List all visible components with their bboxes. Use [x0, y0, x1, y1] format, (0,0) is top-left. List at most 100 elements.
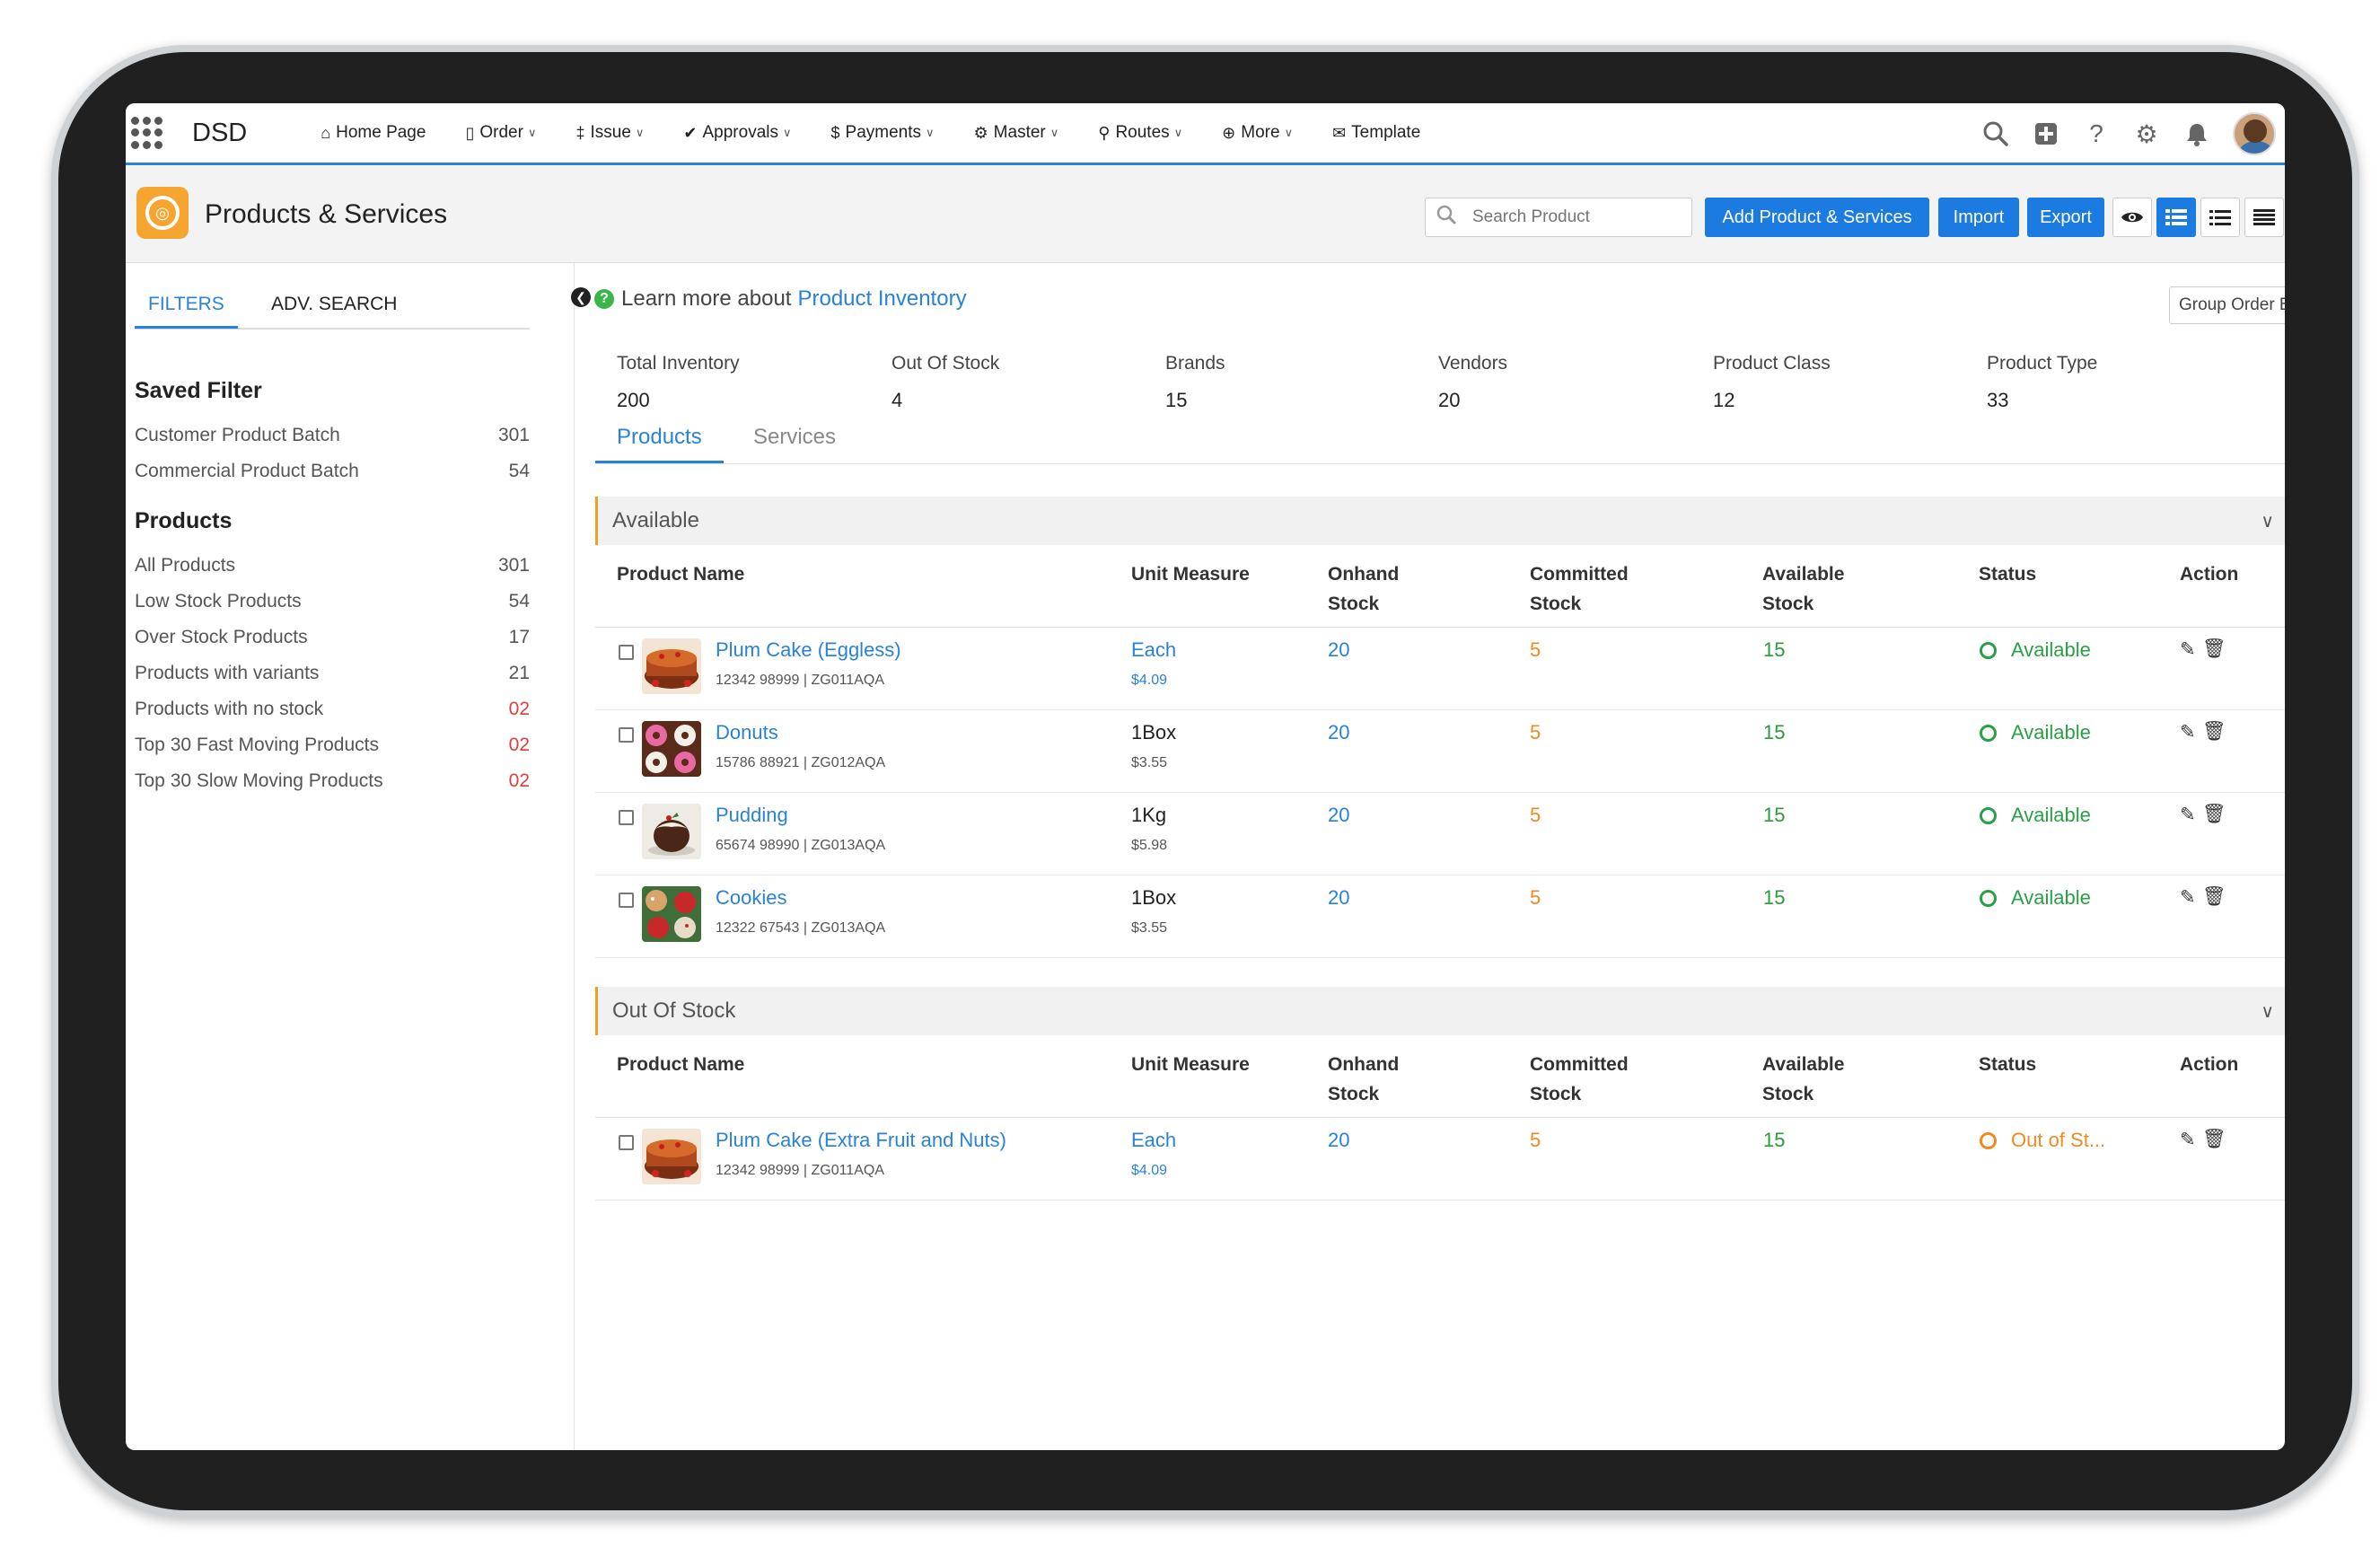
- unit-measure[interactable]: Each: [1131, 638, 1176, 662]
- chevron-down-icon: ∨: [783, 126, 792, 139]
- col-label: Onhand: [1328, 1054, 1400, 1075]
- product-filter-item[interactable]: Low Stock Products 54: [135, 591, 530, 612]
- tab-services[interactable]: Services: [732, 425, 857, 461]
- row-checkbox[interactable]: [619, 727, 634, 743]
- product-filter-item[interactable]: Products with no stock 02: [135, 699, 530, 720]
- filter-label: Top 30 Slow Moving Products: [135, 770, 383, 791]
- edit-icon[interactable]: ✎: [2180, 886, 2196, 909]
- product-filter-item[interactable]: All Products 301: [135, 555, 530, 576]
- edit-icon[interactable]: ✎: [2180, 1129, 2196, 1151]
- product-thumbnail: [642, 886, 701, 942]
- compact-view-icon[interactable]: [2244, 198, 2284, 237]
- group-header-out-of-stock[interactable]: Out Of Stock ∨: [595, 987, 2285, 1035]
- dollar-icon: $: [830, 123, 840, 142]
- filter-label: Products with no stock: [135, 699, 324, 719]
- tab-adv-search[interactable]: ADV. SEARCH: [258, 290, 410, 326]
- product-thumbnail: [642, 721, 701, 777]
- stat-product-class: Product Class 12: [1713, 353, 1831, 412]
- help-circle-icon: ?: [594, 289, 614, 309]
- group-order-by-select[interactable]: Group Order By ∨: [2169, 286, 2285, 324]
- delete-icon[interactable]: 🗑: [2202, 804, 2226, 825]
- import-button[interactable]: Import: [1938, 198, 2019, 237]
- table-row: Plum Cake (Extra Fruit and Nuts) 12342 9…: [595, 1118, 2285, 1201]
- product-name-link[interactable]: Cookies: [716, 886, 786, 910]
- nav-label: Approvals: [702, 123, 779, 142]
- product-name-link[interactable]: Plum Cake (Eggless): [716, 638, 901, 662]
- saved-filter-item[interactable]: Commercial Product Batch 54: [135, 461, 530, 482]
- filter-label: Over Stock Products: [135, 627, 308, 647]
- nav-item-routes[interactable]: ⚲ Routes ∨: [1098, 123, 1182, 143]
- row-checkbox[interactable]: [619, 893, 634, 908]
- nav-item-home[interactable]: ⌂ Home Page: [321, 123, 426, 143]
- product-filter-item[interactable]: Products with variants 21: [135, 663, 530, 684]
- nav-item-approvals[interactable]: ✔ Approvals ∨: [683, 123, 791, 143]
- search-icon[interactable]: [1981, 119, 2010, 148]
- product-filter-item[interactable]: Over Stock Products 17: [135, 627, 530, 648]
- product-name-link[interactable]: Donuts: [716, 721, 778, 744]
- filter-sidebar: FILTERS ADV. SEARCH Saved Filter Custome…: [126, 263, 575, 1450]
- collapse-sidebar-icon[interactable]: ❮: [571, 287, 591, 307]
- page-header: ◎ Products & Services Add Product & Serv…: [126, 165, 2285, 263]
- tab-products[interactable]: Products: [595, 425, 724, 463]
- saved-filter-item[interactable]: Customer Product Batch 301: [135, 425, 530, 446]
- group-header-available[interactable]: Available ∨: [595, 497, 2285, 545]
- product-filter-item[interactable]: Top 30 Slow Moving Products 02: [135, 770, 530, 792]
- chevron-down-icon: ∨: [1049, 126, 1059, 139]
- search-product-field[interactable]: [1425, 198, 1692, 237]
- product-inventory-link[interactable]: Product Inventory: [797, 286, 966, 312]
- row-checkbox[interactable]: [619, 645, 634, 660]
- row-checkbox[interactable]: [619, 1135, 634, 1150]
- nav-item-order[interactable]: ▯ Order ∨: [465, 123, 536, 143]
- app-launcher-icon[interactable]: [131, 117, 163, 149]
- col-label: Onhand: [1328, 564, 1400, 585]
- edit-icon[interactable]: ✎: [2180, 804, 2196, 826]
- nav-item-payments[interactable]: $ Payments ∨: [831, 123, 935, 143]
- product-name-link[interactable]: Plum Cake (Extra Fruit and Nuts): [716, 1129, 1006, 1152]
- nav-label: More: [1241, 123, 1280, 142]
- app-screen: DSD ⌂ Home Page ▯ Order ∨ ‡ Issue ∨ ✔ Approval…: [126, 103, 2285, 1450]
- onhand-stock: 20: [1328, 886, 1350, 909]
- products-heading: Products: [135, 508, 233, 533]
- table-header: Product Name Unit Measure Onhand Stock Co…: [595, 545, 2285, 628]
- detail-view-icon[interactable]: [2156, 198, 2196, 237]
- filter-count: 02: [508, 735, 530, 755]
- product-name-link[interactable]: Pudding: [716, 804, 788, 827]
- table-row: Donuts 15786 88921 | ZG012AQA 1Box $3.55…: [595, 710, 2285, 793]
- status-circle-icon: [1980, 889, 1997, 907]
- add-product-services-button[interactable]: Add Product & Services: [1705, 198, 1929, 237]
- eye-icon[interactable]: [2112, 198, 2152, 237]
- status-badge: Available: [1980, 886, 2091, 910]
- list-view-icon[interactable]: [2200, 198, 2240, 237]
- nav-item-more[interactable]: ⊕ More ∨: [1222, 123, 1293, 143]
- chevron-down-icon[interactable]: ∨: [2261, 1000, 2274, 1023]
- committed-stock: 5: [1530, 721, 1541, 743]
- add-square-icon[interactable]: [2032, 119, 2060, 148]
- top-nav: DSD ⌂ Home Page ▯ Order ∨ ‡ Issue ∨ ✔ Approval…: [126, 103, 2285, 165]
- edit-icon[interactable]: ✎: [2180, 721, 2196, 743]
- nav-item-template[interactable]: ✉ Template: [1332, 123, 1420, 143]
- delete-icon[interactable]: 🗑: [2202, 638, 2226, 660]
- chevron-down-icon[interactable]: ∨: [2261, 510, 2274, 532]
- edit-icon[interactable]: ✎: [2180, 638, 2196, 661]
- bell-icon[interactable]: [2182, 119, 2211, 148]
- row-checkbox[interactable]: [619, 810, 634, 825]
- tab-filters[interactable]: FILTERS: [135, 290, 238, 329]
- table-row: Pudding 65674 98990 | ZG013AQA 1Kg $5.98…: [595, 793, 2285, 875]
- delete-icon[interactable]: 🗑: [2202, 886, 2226, 908]
- unit-measure[interactable]: Each: [1131, 1129, 1176, 1152]
- user-avatar[interactable]: [2233, 112, 2276, 155]
- col-product-name: Product Name: [617, 1054, 745, 1075]
- settings-icon[interactable]: ⚙: [2132, 119, 2161, 148]
- delete-icon[interactable]: 🗑: [2202, 1129, 2226, 1150]
- filter-label: Commercial Product Batch: [135, 461, 359, 481]
- group-order-by-value: Group Order By: [2179, 295, 2285, 314]
- delete-icon[interactable]: 🗑: [2202, 721, 2226, 743]
- search-product-input[interactable]: [1472, 207, 1670, 227]
- filter-label: Top 30 Fast Moving Products: [135, 735, 379, 755]
- nav-item-issue[interactable]: ‡ Issue ∨: [575, 123, 644, 143]
- export-button[interactable]: Export: [2027, 198, 2104, 237]
- help-icon[interactable]: ?: [2082, 119, 2111, 148]
- product-filter-item[interactable]: Top 30 Fast Moving Products 02: [135, 735, 530, 756]
- unit-price: $3.55: [1131, 755, 1168, 770]
- nav-item-master[interactable]: ⚙ Master ∨: [974, 123, 1059, 143]
